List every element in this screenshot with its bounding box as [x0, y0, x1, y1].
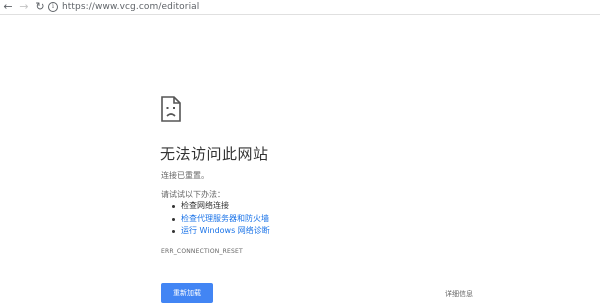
- suggestions-label: 请试试以下办法：: [161, 190, 225, 199]
- details-button[interactable]: 详细信息: [445, 289, 473, 299]
- error-subtitle: 连接已重置。: [161, 171, 209, 180]
- suggestions-list: 检查网络连接 检查代理服务器和防火墙 运行 Windows 网络诊断: [161, 200, 270, 238]
- reload-icon[interactable]: ↻: [34, 1, 46, 13]
- back-arrow-icon[interactable]: ←: [2, 1, 14, 13]
- forward-arrow-icon[interactable]: →: [18, 1, 30, 13]
- sad-page-icon: [161, 96, 181, 122]
- suggestion-run-diagnostics-link[interactable]: 运行 Windows 网络诊断: [161, 225, 270, 238]
- info-icon[interactable]: i: [48, 2, 58, 12]
- address-bar[interactable]: i https://www.vcg.com/editorial: [48, 1, 588, 13]
- suggestion-check-proxy-link[interactable]: 检查代理服务器和防火墙: [161, 213, 270, 226]
- reload-button[interactable]: 重新加载: [161, 283, 213, 303]
- error-code: ERR_CONNECTION_RESET: [161, 248, 243, 255]
- suggestion-check-network: 检查网络连接: [161, 200, 270, 213]
- url-text[interactable]: https://www.vcg.com/editorial: [62, 2, 199, 12]
- page-title: 无法访问此网站: [160, 145, 269, 163]
- browser-toolbar: ← → ↻ i https://www.vcg.com/editorial: [0, 0, 600, 15]
